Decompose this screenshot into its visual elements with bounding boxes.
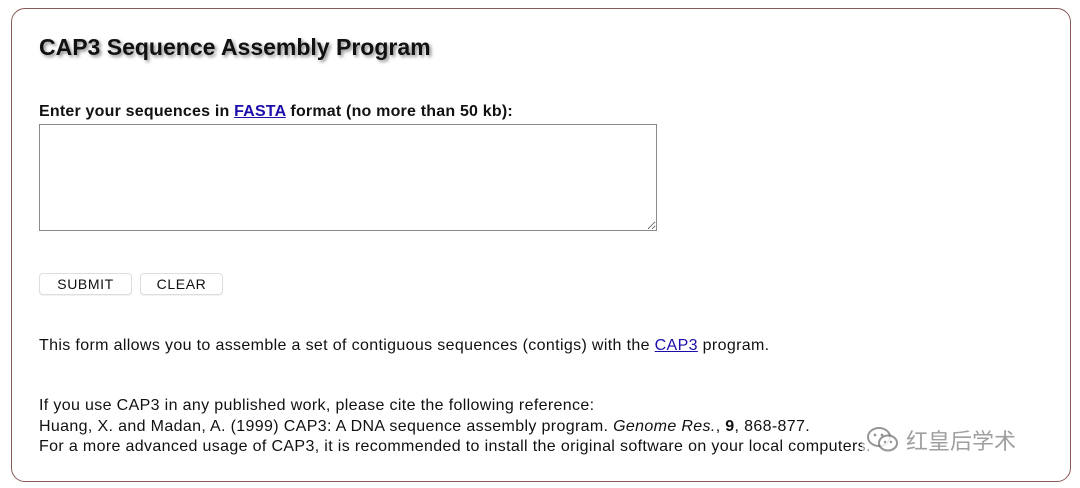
reference-authors: Huang, X. and Madan, A. (1999) CAP3: A D…	[39, 417, 614, 435]
watermark: 红皇后学术	[862, 424, 1021, 456]
description-after: program.	[697, 337, 770, 354]
prompt-text-before: Enter your sequences in	[39, 103, 235, 120]
wechat-icon	[866, 425, 900, 455]
fasta-link[interactable]: FASTA	[234, 103, 286, 120]
clear-button[interactable]: CLEAR	[140, 273, 223, 295]
description-before: This form allows you to assemble a set o…	[39, 337, 655, 354]
sequence-prompt: Enter your sequences in FASTA format (no…	[39, 103, 513, 121]
watermark-text: 红皇后学术	[906, 430, 1017, 455]
citation-reference: Huang, X. and Madan, A. (1999) CAP3: A D…	[39, 417, 871, 438]
reference-journal: Genome Res.	[613, 417, 716, 435]
advanced-usage-note: For a more advanced usage of CAP3, it is…	[39, 438, 871, 455]
description-text: This form allows you to assemble a set o…	[39, 337, 769, 355]
citation-intro: If you use CAP3 in any published work, p…	[39, 397, 595, 414]
cap3-link[interactable]: CAP3	[655, 337, 698, 354]
submit-button[interactable]: SUBMIT	[39, 273, 132, 295]
prompt-text-after: format (no more than 50 kb):	[285, 103, 513, 120]
reference-separator: ,	[715, 417, 726, 435]
citation-block: If you use CAP3 in any published work, p…	[39, 396, 871, 458]
page-title: CAP3 Sequence Assembly Program	[39, 34, 431, 60]
reference-pages: , 868-877.	[734, 417, 811, 435]
reference-volume: 9	[725, 417, 735, 435]
sequence-input[interactable]	[39, 124, 657, 231]
